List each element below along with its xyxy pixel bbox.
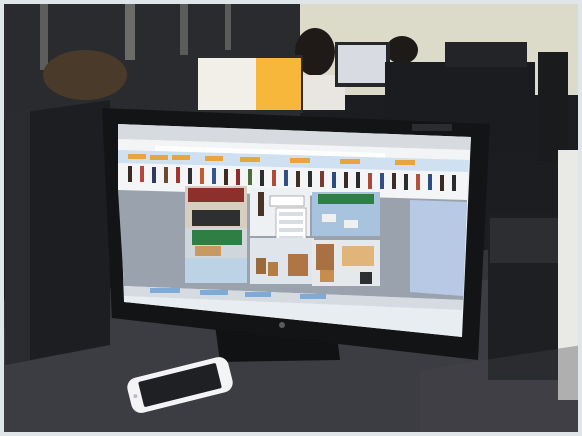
- photo-border: [0, 0, 582, 436]
